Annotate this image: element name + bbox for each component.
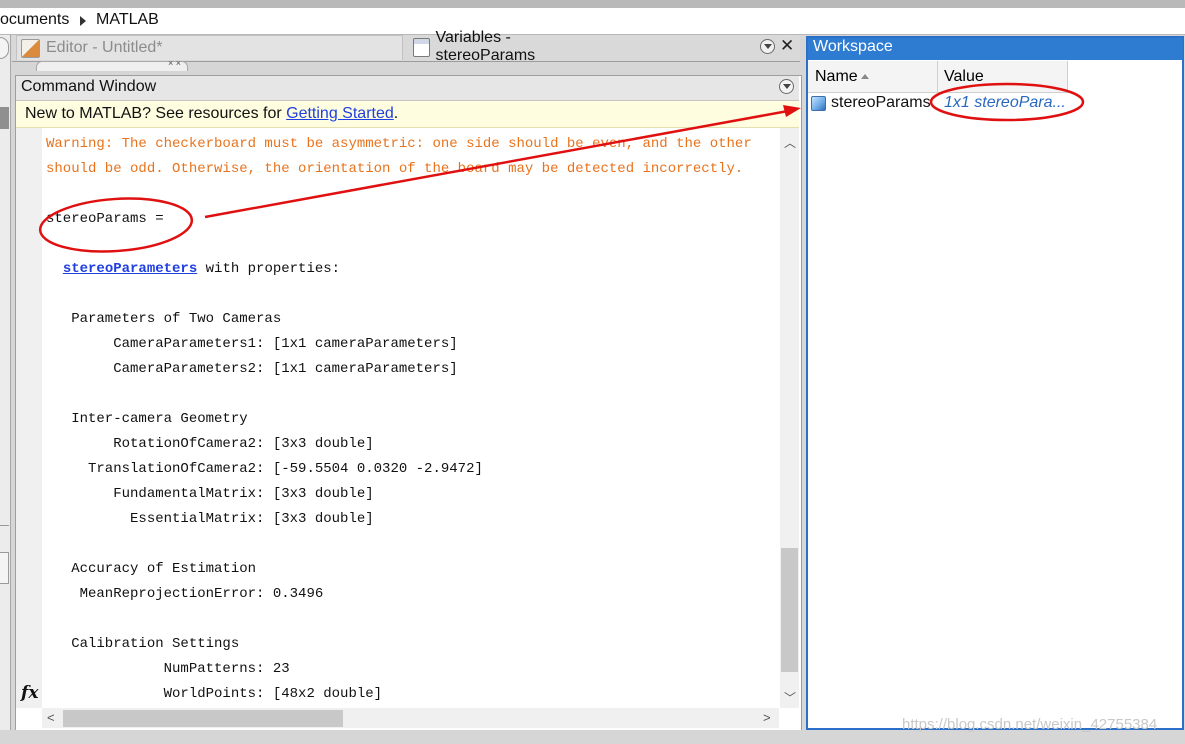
- scroll-up-icon[interactable]: ︿: [784, 134, 796, 151]
- warning-message: Warning: The checkerboard must be asymme…: [46, 136, 752, 177]
- document-tab-strip: Editor - Untitled* Variables - stereoPar…: [12, 29, 800, 64]
- column-divider[interactable]: [937, 61, 938, 92]
- editor-icon: [21, 38, 40, 58]
- column-header-value[interactable]: Value: [944, 68, 984, 86]
- tab-variables-label: Variables - stereoParams: [435, 29, 536, 64]
- var-assign-line: stereoParams =: [46, 211, 164, 227]
- tab-editor[interactable]: Editor - Untitled*: [16, 35, 403, 60]
- property-rotation: RotationOfCamera2: [3x3 double]: [46, 436, 374, 452]
- property-camera1: CameraParameters1: [1x1 cameraParameters…: [46, 336, 458, 352]
- sort-ascending-icon: [861, 74, 869, 79]
- left-panel-selection: [0, 107, 9, 129]
- command-window-menu-icon[interactable]: [779, 79, 794, 94]
- banner-prefix: New to MATLAB? See resources for: [25, 105, 287, 122]
- section-geometry: Inter-camera Geometry: [46, 411, 248, 427]
- horizontal-scroll-thumb[interactable]: [63, 710, 343, 727]
- top-strip: [0, 0, 1185, 8]
- tab-actions-menu-icon[interactable]: [760, 39, 775, 54]
- section-cameras: Parameters of Two Cameras: [46, 311, 282, 327]
- scroll-down-icon[interactable]: ﹀: [784, 689, 796, 706]
- breadcrumb: ocuments MATLAB: [0, 8, 1185, 35]
- workspace-var-value[interactable]: 1x1 stereoPara...: [944, 94, 1066, 112]
- left-panel-divider: [0, 525, 9, 526]
- close-icon[interactable]: ✕: [780, 36, 794, 56]
- breadcrumb-documents[interactable]: ocuments: [0, 11, 69, 29]
- workspace-panel: [806, 36, 1184, 730]
- command-output[interactable]: Warning: The checkerboard must be asymme…: [46, 132, 776, 708]
- function-browser-icon[interactable]: fx: [21, 683, 38, 703]
- workspace-title: Workspace: [813, 38, 893, 55]
- breadcrumb-separator-icon: [80, 16, 86, 26]
- property-mre: MeanReprojectionError: 0.3496: [46, 586, 324, 602]
- command-gutter: [16, 128, 42, 708]
- property-translation: TranslationOfCamera2: [-59.5504 0.0320 -…: [46, 461, 483, 477]
- workspace-var-name[interactable]: stereoParams: [831, 94, 931, 112]
- variables-subtab[interactable]: [36, 61, 188, 71]
- current-folder-panel-collapsed: [0, 35, 11, 730]
- subtab-close-icon[interactable]: × ×: [168, 58, 181, 68]
- column-header-name[interactable]: Name: [815, 68, 858, 86]
- class-suffix: with properties:: [197, 261, 341, 277]
- stereo-parameters-link[interactable]: stereoParameters: [63, 261, 197, 277]
- column-divider[interactable]: [1067, 61, 1068, 92]
- breadcrumb-matlab[interactable]: MATLAB: [96, 11, 159, 29]
- scroll-left-icon[interactable]: <: [47, 710, 55, 725]
- tab-editor-label: Editor - Untitled*: [46, 39, 163, 56]
- property-fundamental: FundamentalMatrix: [3x3 double]: [46, 486, 374, 502]
- property-essential: EssentialMatrix: [3x3 double]: [46, 511, 374, 527]
- struct-object-icon: [811, 96, 826, 111]
- tab-variables[interactable]: Variables - stereoParams: [409, 29, 589, 64]
- banner-suffix: .: [393, 105, 399, 122]
- property-worldpoints: WorldPoints: [48x2 double]: [46, 686, 383, 702]
- banner-text: New to MATLAB? See resources for Getting…: [25, 105, 398, 123]
- getting-started-link[interactable]: Getting Started: [286, 105, 394, 122]
- property-camera2: CameraParameters2: [1x1 cameraParameters…: [46, 361, 458, 377]
- class-line: stereoParameters with properties:: [46, 257, 776, 282]
- vertical-scroll-thumb[interactable]: [781, 548, 798, 672]
- scroll-right-icon[interactable]: >: [763, 710, 771, 725]
- command-window-title: Command Window: [21, 78, 157, 95]
- variables-grid-icon: [413, 37, 430, 57]
- property-numpatterns: NumPatterns: 23: [46, 661, 290, 677]
- left-panel-details-box: [0, 552, 9, 584]
- section-accuracy: Accuracy of Estimation: [46, 561, 257, 577]
- section-calibration: Calibration Settings: [46, 636, 240, 652]
- watermark: https://blog.csdn.net/weixin_42755384: [902, 716, 1158, 733]
